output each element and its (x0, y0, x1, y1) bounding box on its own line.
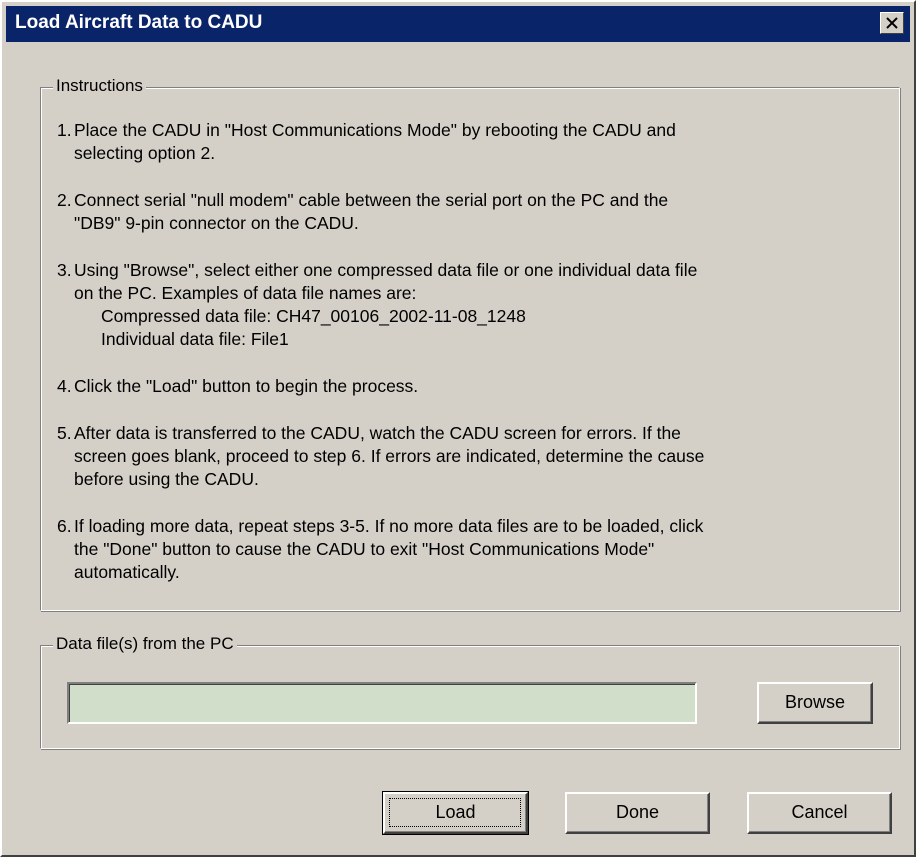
step-number: 4. (57, 376, 72, 396)
step-text: Click the "Load" button to begin the pro… (74, 376, 419, 396)
browse-button-label: Browse (784, 692, 846, 712)
focus-indicator (389, 798, 521, 827)
data-file-path-input[interactable] (67, 682, 697, 724)
step-number: 3. (57, 260, 72, 280)
step-text: Place the CADU in "Host Communications M… (74, 120, 676, 163)
example-compressed-file: Compressed data file: CH47_00106_2002-11… (101, 306, 526, 326)
step-text: Connect serial "null modem" cable betwee… (74, 190, 669, 233)
step-number: 1. (57, 120, 72, 140)
step-text: Using "Browse", select either one compre… (74, 260, 698, 303)
step-number: 2. (57, 190, 72, 210)
instructions-legend: Instructions (53, 76, 146, 96)
close-button[interactable] (880, 12, 904, 34)
load-aircraft-data-dialog: Load Aircraft Data to CADU Instructions … (0, 0, 916, 857)
cancel-button-label: Cancel (791, 802, 848, 822)
title-bar[interactable]: Load Aircraft Data to CADU (6, 6, 910, 42)
step-number: 5. (57, 423, 72, 443)
done-button-label: Done (615, 802, 660, 822)
step-text: If loading more data, repeat steps 3-5. … (74, 516, 704, 582)
datafile-legend: Data file(s) from the PC (53, 634, 237, 654)
step-text: After data is transferred to the CADU, w… (74, 423, 705, 489)
load-button[interactable]: Load (382, 791, 529, 835)
instructions-group: Instructions 1. Place the CADU in "Host … (40, 76, 900, 611)
done-button[interactable]: Done (565, 792, 710, 834)
browse-button[interactable]: Browse (757, 682, 873, 724)
cancel-button[interactable]: Cancel (747, 792, 892, 834)
example-individual-file: Individual data file: File1 (101, 329, 289, 349)
step-number: 6. (57, 516, 72, 536)
window-title: Load Aircraft Data to CADU (15, 12, 263, 33)
close-icon (886, 17, 898, 29)
